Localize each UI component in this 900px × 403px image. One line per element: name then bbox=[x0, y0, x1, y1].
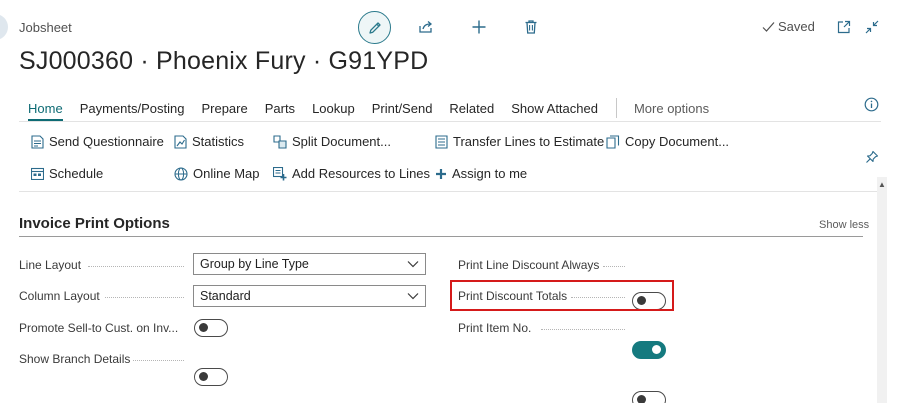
chevron-down-icon bbox=[407, 293, 419, 300]
leader-dots bbox=[133, 360, 184, 361]
toggle-knob bbox=[652, 345, 661, 354]
toggle-knob bbox=[199, 372, 208, 381]
assign-to-me-button[interactable]: Assign to me bbox=[435, 166, 527, 181]
split-document-button[interactable]: Split Document... bbox=[273, 134, 391, 149]
open-new-window-button[interactable] bbox=[836, 19, 852, 35]
add-resources-label: Add Resources to Lines bbox=[292, 166, 431, 181]
breadcrumb: Jobsheet bbox=[19, 20, 72, 35]
tab-home[interactable]: Home bbox=[28, 101, 63, 121]
tab-prepare[interactable]: Prepare bbox=[201, 101, 247, 116]
transfer-lines-label: Transfer Lines to Estimate bbox=[453, 134, 605, 149]
send-questionnaire-label: Send Questionnaire bbox=[49, 134, 164, 149]
column-layout-label: Column Layout bbox=[19, 289, 100, 303]
transfer-lines-button[interactable]: Transfer Lines to Estimate bbox=[435, 134, 604, 149]
print-item-no-label: Print Item No. bbox=[458, 321, 532, 335]
action-tabs: Home Payments/Posting Prepare Parts Look… bbox=[28, 98, 726, 121]
statistics-icon bbox=[174, 134, 187, 149]
line-layout-value: Group by Line Type bbox=[200, 257, 309, 271]
pin-button[interactable] bbox=[864, 149, 880, 165]
add-resources-icon bbox=[273, 166, 287, 180]
column-layout-value: Standard bbox=[200, 289, 251, 303]
info-button[interactable] bbox=[863, 96, 879, 112]
share-icon bbox=[419, 21, 433, 33]
checkmark-icon bbox=[762, 21, 775, 32]
pin-icon bbox=[866, 150, 879, 163]
edit-button[interactable] bbox=[358, 11, 391, 44]
open-new-window-icon bbox=[837, 20, 851, 34]
info-icon bbox=[864, 97, 878, 111]
leader-dots bbox=[603, 266, 625, 267]
toggle-knob bbox=[199, 323, 208, 332]
toggle-knob bbox=[637, 395, 646, 403]
tab-related[interactable]: Related bbox=[449, 101, 494, 116]
actions-divider bbox=[19, 191, 881, 192]
tabs-divider bbox=[19, 121, 881, 122]
page-title: SJ000360 · Phoenix Fury · G91YPD bbox=[19, 47, 429, 75]
copy-document-button[interactable]: Copy Document... bbox=[606, 134, 729, 149]
add-resources-button[interactable]: Add Resources to Lines bbox=[273, 166, 430, 181]
avatar bbox=[0, 14, 8, 40]
show-less-button[interactable]: Show less bbox=[819, 219, 869, 231]
delete-button[interactable] bbox=[519, 15, 543, 39]
vertical-scrollbar[interactable] bbox=[877, 177, 887, 403]
edit-icon bbox=[368, 21, 381, 34]
add-icon bbox=[472, 20, 486, 34]
share-button[interactable] bbox=[414, 15, 438, 39]
leader-dots bbox=[105, 297, 184, 298]
tab-show-attached[interactable]: Show Attached bbox=[511, 101, 598, 116]
saved-status: Saved bbox=[762, 19, 815, 34]
statistics-button[interactable]: Statistics bbox=[174, 134, 244, 149]
tab-lookup[interactable]: Lookup bbox=[312, 101, 355, 116]
tab-payments-posting[interactable]: Payments/Posting bbox=[80, 101, 185, 116]
scroll-up-arrow-icon[interactable]: ▲ bbox=[878, 180, 886, 189]
copy-document-label: Copy Document... bbox=[625, 134, 730, 149]
section-divider bbox=[19, 236, 863, 237]
show-branch-details-toggle[interactable] bbox=[194, 368, 228, 386]
schedule-label: Schedule bbox=[49, 166, 104, 181]
show-branch-details-label: Show Branch Details bbox=[19, 352, 131, 366]
assign-to-me-label: Assign to me bbox=[452, 166, 528, 181]
copy-document-icon bbox=[606, 134, 620, 149]
line-layout-select[interactable]: Group by Line Type bbox=[193, 253, 426, 275]
print-discount-totals-toggle[interactable] bbox=[632, 341, 666, 359]
schedule-button[interactable]: Schedule bbox=[31, 166, 103, 181]
collapse-button[interactable] bbox=[864, 19, 880, 35]
chevron-down-icon bbox=[407, 261, 419, 268]
tab-print-send[interactable]: Print/Send bbox=[372, 101, 433, 116]
split-document-label: Split Document... bbox=[292, 134, 391, 149]
tab-divider bbox=[615, 98, 617, 118]
print-item-no-toggle[interactable] bbox=[632, 391, 666, 403]
more-options-button[interactable]: More options bbox=[634, 101, 709, 116]
split-document-icon bbox=[273, 134, 287, 149]
leader-dots bbox=[541, 329, 625, 330]
promote-sell-to-label: Promote Sell-to Cust. on Inv... bbox=[19, 321, 179, 335]
saved-label: Saved bbox=[778, 19, 815, 34]
online-map-button[interactable]: Online Map bbox=[174, 166, 259, 181]
schedule-icon bbox=[31, 167, 44, 180]
tab-parts[interactable]: Parts bbox=[265, 101, 295, 116]
online-map-label: Online Map bbox=[193, 166, 260, 181]
leader-dots bbox=[88, 266, 184, 267]
promote-sell-to-toggle[interactable] bbox=[194, 319, 228, 337]
section-title: Invoice Print Options bbox=[19, 215, 170, 232]
globe-icon bbox=[174, 166, 188, 181]
plus-icon bbox=[436, 168, 446, 179]
send-questionnaire-button[interactable]: Send Questionnaire bbox=[31, 134, 164, 149]
new-button[interactable] bbox=[467, 15, 491, 39]
column-layout-select[interactable]: Standard bbox=[193, 285, 426, 307]
highlight-box bbox=[450, 280, 674, 311]
delete-icon bbox=[525, 20, 537, 34]
questionnaire-icon bbox=[31, 134, 44, 149]
statistics-label: Statistics bbox=[192, 134, 245, 149]
transfer-lines-icon bbox=[435, 134, 448, 149]
print-line-discount-always-label: Print Line Discount Always bbox=[458, 258, 600, 272]
line-layout-label: Line Layout bbox=[19, 258, 82, 272]
collapse-icon bbox=[865, 20, 879, 34]
